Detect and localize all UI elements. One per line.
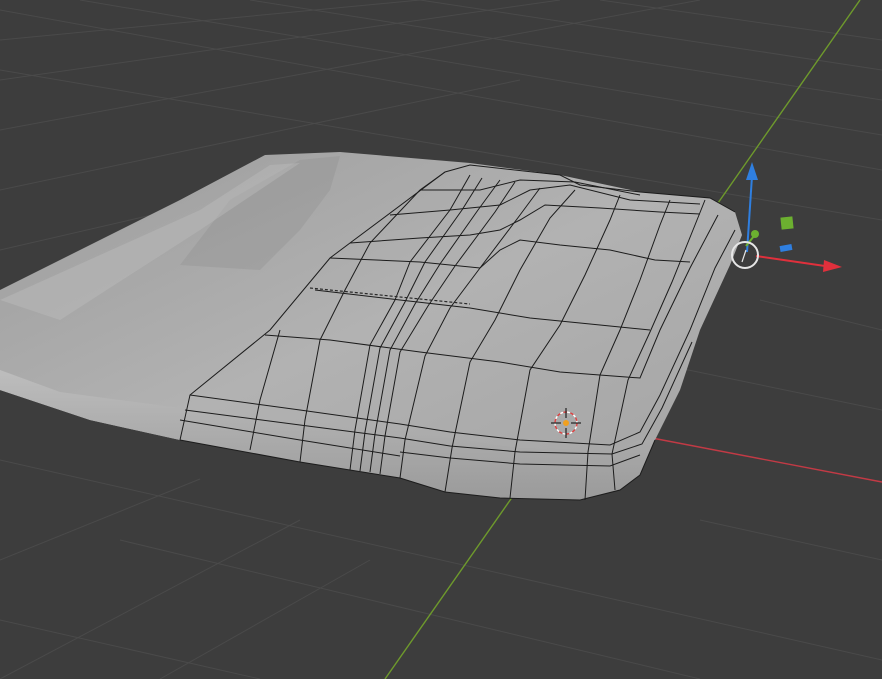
mesh-object[interactable] [0,152,742,501]
pivot-tick [741,249,747,263]
pivot-circle-icon[interactable] [731,241,759,269]
gizmo-x-arrow[interactable] [823,260,842,272]
viewport-canvas[interactable] [0,0,882,679]
gizmo-x-axis[interactable] [755,255,826,267]
plane-handle-icon[interactable] [780,216,794,230]
gizmo-y-handle[interactable] [751,230,759,238]
plane-handle-icon[interactable] [779,244,793,252]
gizmo-z-arrow[interactable] [746,162,758,180]
move-gizmo-icon[interactable] [731,162,842,272]
3d-viewport[interactable] [0,0,882,679]
axis-x-line [651,437,882,483]
